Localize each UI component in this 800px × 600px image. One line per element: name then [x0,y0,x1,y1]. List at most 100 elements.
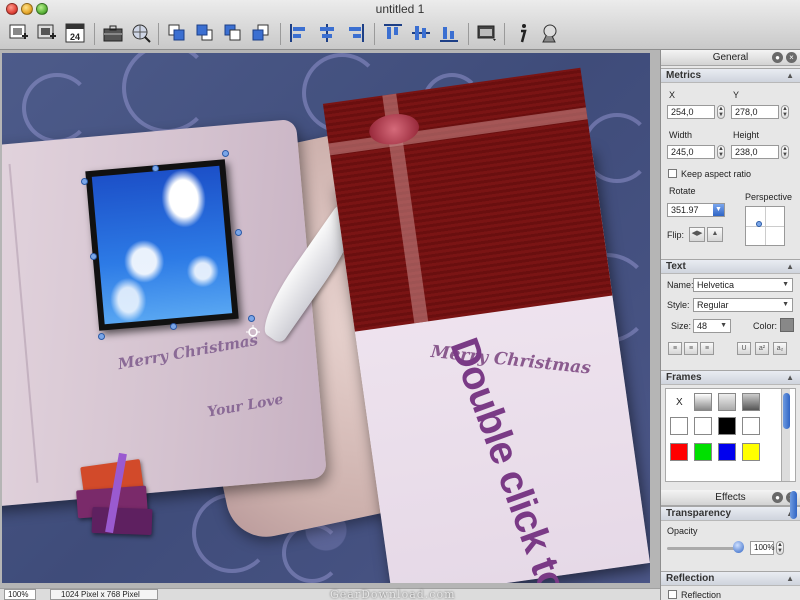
transparency-section-header[interactable]: Transparency▲ [661,506,800,521]
align-bottom-icon[interactable] [436,20,462,46]
resize-handle[interactable] [248,315,255,322]
align-left-icon[interactable] [286,20,312,46]
toolbar: 24 [0,17,800,49]
underline-icon[interactable]: U [737,342,751,355]
opacity-field[interactable]: 100% [750,541,774,555]
perspective-grid[interactable] [745,206,785,246]
insert-image-icon[interactable] [6,20,32,46]
opacity-label: Opacity [667,526,698,536]
resize-handle[interactable] [170,323,177,330]
resize-handle[interactable] [98,333,105,340]
frame-color-swatch[interactable] [742,417,760,435]
align-middle-icon[interactable] [408,20,434,46]
reflection-section: Reflection [661,586,800,600]
y-stepper[interactable]: ▲ ▼ [781,105,789,119]
text-align-left-icon[interactable]: ≡ [668,342,682,355]
greeting-card[interactable]: Merry Christmas Double click to Edit [322,67,650,583]
frame-color-swatch[interactable] [718,443,736,461]
resize-handle[interactable] [222,150,229,157]
frame-color-swatch[interactable] [694,417,712,435]
calendar-icon[interactable]: 24 [62,20,88,46]
font-color-well[interactable] [780,318,794,332]
gift-boxes[interactable] [72,452,182,543]
selected-photo-frame[interactable] [85,159,239,331]
rotate-field[interactable]: 351.97 ▼ [667,203,725,217]
height-field[interactable]: 238,0 [731,145,779,159]
design-canvas[interactable]: Merry Christmas Your Love Merry Christma… [2,53,650,583]
frame-color-swatch[interactable] [670,417,688,435]
insert-shape-icon[interactable] [34,20,60,46]
panel-close-icon[interactable]: × [786,52,797,63]
text-section-header[interactable]: Text ▲ [661,259,800,274]
opacity-stepper[interactable]: ▲ ▼ [776,541,784,555]
flip-label: Flip: [667,230,685,240]
perspective-handle[interactable] [756,221,762,227]
x-field[interactable]: 254,0 [667,105,715,119]
font-size-select[interactable]: 48 ▼ [693,319,731,333]
reflection-checkbox[interactable] [668,590,677,599]
effects-options-icon[interactable]: ● [772,492,783,503]
rotate-label: Rotate [669,186,696,196]
bring-forward-icon[interactable] [192,20,218,46]
align-center-icon[interactable] [314,20,340,46]
window-title: untitled 1 [375,2,425,16]
briefcase-icon[interactable] [100,20,126,46]
y-field[interactable]: 278,0 [731,105,779,119]
align-top-icon[interactable] [380,20,406,46]
subscript-icon[interactable]: a₂ [773,342,787,355]
frame-color-swatch[interactable] [742,443,760,461]
flip-horizontal-icon[interactable]: ◀▶ [689,227,705,242]
media-browser-icon[interactable] [538,20,564,46]
rotate-dropdown-icon[interactable]: ▼ [713,204,724,216]
frames-section-header[interactable]: Frames ▲ [661,370,800,385]
font-style-label: Style: [667,300,690,310]
opacity-slider-thumb[interactable] [733,541,744,553]
font-style-select[interactable]: Regular ▼ [693,298,793,312]
title-bar: untitled 1 24 [0,0,800,50]
no-frame-option[interactable]: X [676,397,683,408]
send-to-back-icon[interactable] [248,20,274,46]
opacity-slider-track[interactable] [667,547,737,550]
keep-aspect-checkbox[interactable] [668,169,677,178]
x-stepper[interactable]: ▲ ▼ [717,105,725,119]
frame-style-gradient-1[interactable] [694,393,712,411]
globe-search-icon[interactable] [128,20,154,46]
frame-color-swatch[interactable] [670,443,688,461]
text-align-center-icon[interactable]: ≡ [684,342,698,355]
height-stepper[interactable]: ▲ ▼ [781,145,789,159]
text-align-right-icon[interactable]: ≡ [700,342,714,355]
resize-handle[interactable] [152,165,159,172]
canvas-size-label: 1024 Pixel x 768 Pixel [50,589,158,600]
frame-style-gradient-2[interactable] [718,393,736,411]
metrics-section: X Y 254,0 ▲ ▼ 278,0 ▲ ▼ Width Height 245,0… [661,83,800,259]
frame-color-swatch[interactable] [718,417,736,435]
watermark-text: GearDownload.com [330,588,456,600]
resize-handle[interactable] [90,253,97,260]
bring-to-front-icon[interactable] [164,20,190,46]
panel-options-icon[interactable]: ● [772,52,783,63]
font-size-label: Size: [671,321,692,331]
frame-color-swatch[interactable] [694,443,712,461]
resize-handle[interactable] [235,229,242,236]
align-right-icon[interactable] [342,20,368,46]
width-field[interactable]: 245,0 [667,145,715,159]
metrics-section-header[interactable]: Metrics ▲ [661,68,800,83]
x-label: X [669,90,676,100]
transparency-section: Opacity 100% ▲ ▼ [661,491,800,571]
frames-scrollbar[interactable] [781,389,790,481]
zoom-select[interactable]: 100% [4,589,36,600]
width-stepper[interactable]: ▲ ▼ [717,145,725,159]
flip-vertical-icon[interactable]: ▲ [707,227,723,242]
inspector-icon[interactable] [510,20,536,46]
inspector-title: General ● × [661,50,800,66]
frame-style-gradient-3[interactable] [742,393,760,411]
y-label: Y [733,90,740,100]
effects-scroll-thumb[interactable] [790,491,797,519]
frames-scroll-thumb[interactable] [783,393,790,429]
send-backward-icon[interactable] [220,20,246,46]
reflection-section-header[interactable]: Reflection ▲ [661,571,800,586]
arrange-icon[interactable] [474,20,500,46]
resize-handle[interactable] [81,178,88,185]
font-name-select[interactable]: Helvetica ▼ [693,278,793,292]
superscript-icon[interactable]: a² [755,342,769,355]
